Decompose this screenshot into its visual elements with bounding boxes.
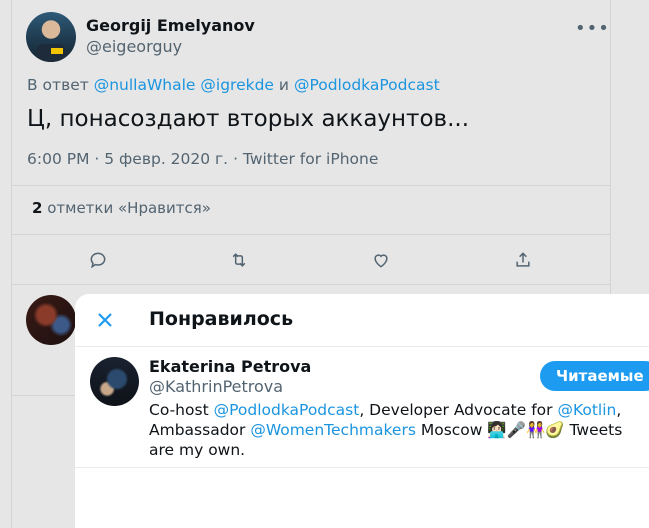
author-avatar[interactable] [26, 12, 76, 62]
bio-text: , Developer Advocate for [359, 401, 558, 419]
likes-modal: Понравилось Ekaterina Petrova @KathrinPe… [75, 294, 649, 528]
mention-link[interactable]: @nullaWhale [94, 76, 196, 94]
like-icon[interactable] [368, 247, 394, 273]
liker-item[interactable]: Ekaterina Petrova @KathrinPetrova Читаем… [75, 347, 649, 468]
bio-mention-link[interactable]: @Kotlin [557, 401, 616, 419]
tweet-text: Ц, понасоздают вторых аккаунтов... [27, 106, 470, 132]
retweet-icon[interactable] [226, 247, 252, 273]
likes-label: отметки «Нравится» [47, 199, 211, 217]
share-icon[interactable] [510, 247, 536, 273]
bio-mention-link[interactable]: @WomenTechmakers [250, 421, 416, 439]
modal-header: Понравилось [75, 294, 649, 347]
likes-count: 2 [32, 199, 43, 217]
close-icon[interactable] [93, 308, 117, 332]
tweet-actions [12, 247, 610, 273]
liker-name[interactable]: Ekaterina Petrova [149, 357, 311, 376]
reply-prefix: В ответ [27, 76, 89, 94]
divider [12, 234, 610, 235]
likes-link[interactable]: 2 отметки «Нравится» [32, 199, 211, 217]
following-button[interactable]: Читаемые [540, 361, 649, 391]
mention-link[interactable]: @PodlodkaPodcast [294, 76, 440, 94]
more-dots-icon[interactable]: ••• [575, 18, 610, 39]
mention-link[interactable]: @igrekde [200, 76, 274, 94]
bio-mention-link[interactable]: @PodlodkaPodcast [214, 401, 360, 419]
tweet-time[interactable]: 6:00 PM [27, 150, 89, 168]
tweet-date[interactable]: 5 февр. 2020 г. [104, 150, 228, 168]
author-name[interactable]: Georgij Emelyanov [86, 16, 255, 35]
liker-handle[interactable]: @KathrinPetrova [149, 377, 283, 396]
author-handle[interactable]: @eigeorguy [86, 37, 182, 56]
reply-icon[interactable] [85, 247, 111, 273]
tweet: Georgij Emelyanov @eigeorguy ••• В ответ… [12, 0, 610, 285]
bio-text: Co-host [149, 401, 214, 419]
tweet-source[interactable]: Twitter for iPhone [243, 150, 378, 168]
reply-conj: и [278, 76, 289, 94]
reply-avatar[interactable] [26, 295, 76, 345]
modal-title: Понравилось [149, 308, 294, 330]
avatar[interactable] [90, 357, 139, 406]
divider [12, 185, 610, 186]
tweet-meta: 6:00 PM · 5 февр. 2020 г. · Twitter for … [27, 150, 379, 168]
liker-bio: Co-host @PodlodkaPodcast, Developer Advo… [149, 400, 649, 460]
reply-context: В ответ @nullaWhale @igrekde и @Podlodka… [27, 76, 440, 94]
